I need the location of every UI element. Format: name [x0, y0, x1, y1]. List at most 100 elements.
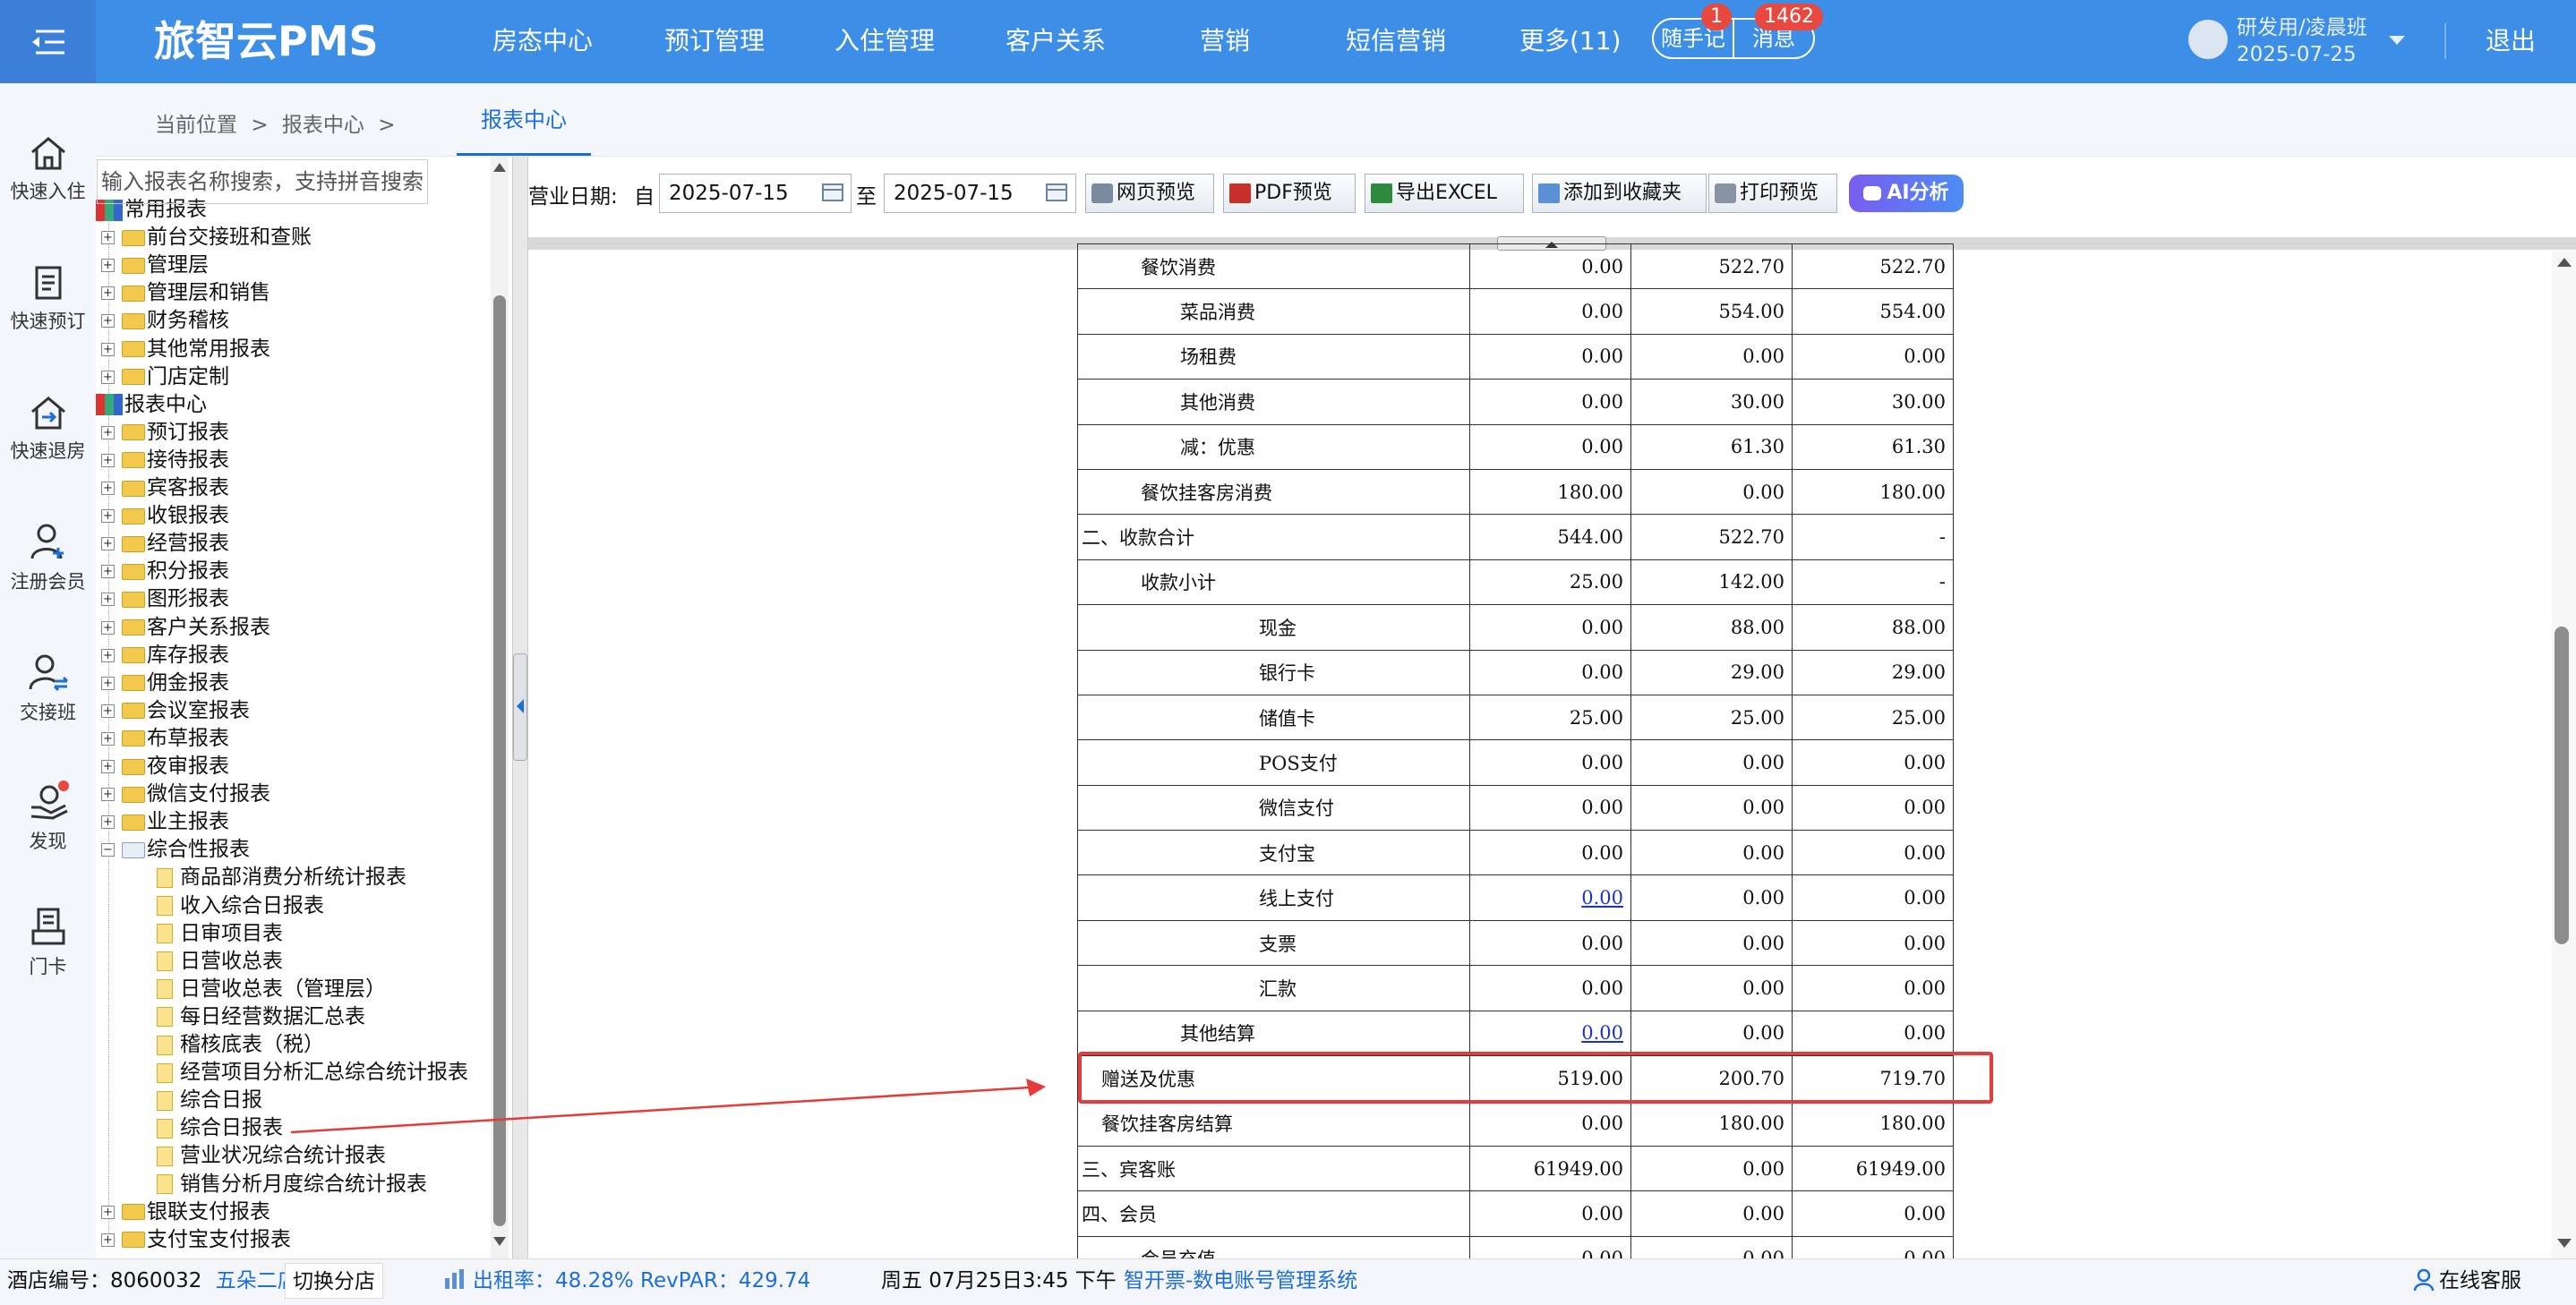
tree-folder[interactable]: + 客户关系报表: [101, 614, 270, 642]
register-member-item[interactable]: 注册会员: [0, 521, 96, 628]
expand-icon[interactable]: +: [101, 231, 115, 245]
expand-icon[interactable]: +: [101, 370, 115, 384]
tree-folder[interactable]: + 佣金报表: [101, 670, 229, 697]
tree-folder[interactable]: + 收银报表: [101, 502, 229, 530]
tree-folder[interactable]: + 业主报表: [101, 808, 229, 836]
tree-report-item[interactable]: 综合日报: [157, 1087, 262, 1114]
expand-icon[interactable]: +: [101, 453, 115, 467]
tree-folder[interactable]: + 夜审报表: [101, 753, 229, 780]
tree-folder[interactable]: + 宾客报表: [101, 474, 229, 502]
tree-report-item[interactable]: 营业状况综合统计报表: [157, 1142, 386, 1170]
expand-icon[interactable]: +: [101, 704, 115, 718]
quick-booking-item[interactable]: 快速预订: [0, 264, 96, 371]
calendar-icon[interactable]: [821, 181, 844, 202]
expand-icon[interactable]: +: [101, 593, 115, 607]
nav-more[interactable]: 更多(11): [1519, 23, 1621, 59]
tree-folder[interactable]: + 会议室报表: [101, 697, 250, 725]
tree-report-item[interactable]: 日营收总表: [157, 948, 283, 976]
tree-report-item[interactable]: 销售分析月度综合统计报表: [157, 1171, 427, 1198]
tree-folder[interactable]: + 预订报表: [101, 419, 229, 447]
web-preview-button[interactable]: 网页预览: [1085, 174, 1214, 213]
tree-folder[interactable]: + 微信支付报表: [101, 780, 270, 808]
expand-icon[interactable]: +: [101, 760, 115, 773]
collapse-icon[interactable]: −: [101, 843, 115, 857]
tree-folder[interactable]: + 财务稽核: [101, 307, 229, 335]
report-cell-link[interactable]: 0.00: [1581, 887, 1623, 908]
tree-report-item[interactable]: 综合日报表: [157, 1114, 283, 1142]
tree-folder[interactable]: + 积分报表: [101, 558, 229, 585]
tree-folder[interactable]: + 布草报表: [101, 725, 229, 753]
expand-icon[interactable]: +: [101, 565, 115, 579]
tree-folder[interactable]: + 门店定制: [101, 363, 229, 391]
discover-item[interactable]: 发现: [0, 780, 96, 888]
expand-icon[interactable]: +: [101, 314, 115, 328]
tree-report-item[interactable]: 商品部消费分析统计报表: [157, 864, 407, 891]
report-scrollbar-thumb[interactable]: [2555, 627, 2569, 944]
expand-icon[interactable]: +: [101, 815, 115, 830]
avatar[interactable]: [2188, 20, 2228, 59]
quick-checkin-item[interactable]: 快速入住: [0, 134, 96, 242]
tree-root-center[interactable]: 报表中心: [96, 391, 207, 419]
tab-report-center[interactable]: 报表中心: [457, 93, 591, 156]
tree-report-item[interactable]: 日审项目表: [157, 920, 283, 948]
tree-folder[interactable]: + 支付宝支付报表: [101, 1226, 291, 1254]
tree-folder[interactable]: + 经营报表: [101, 530, 229, 558]
expand-icon[interactable]: +: [101, 731, 115, 746]
splitter-handle[interactable]: [513, 653, 527, 761]
shift-handover-item[interactable]: 交接班: [0, 652, 96, 759]
scroll-up-icon[interactable]: [2555, 256, 2573, 269]
nav-marketing[interactable]: 营销: [1200, 23, 1250, 59]
report-search-input[interactable]: 输入报表名称搜索，支持拼音搜索: [97, 159, 428, 204]
expand-icon[interactable]: +: [101, 425, 115, 439]
tree-folder[interactable]: + 管理层和销售: [101, 279, 270, 307]
quick-checkout-item[interactable]: 快速退房: [0, 394, 96, 501]
online-service-button[interactable]: 在线客服: [2439, 1258, 2521, 1303]
nav-sms[interactable]: 短信营销: [1346, 23, 1446, 59]
tree-report-item[interactable]: 日营收总表（管理层）: [157, 976, 386, 1003]
tree-folder[interactable]: + 其他常用报表: [101, 336, 270, 363]
scroll-up-icon[interactable]: [492, 161, 508, 174]
expand-icon[interactable]: +: [101, 648, 115, 662]
export-excel-button[interactable]: 导出EXCEL: [1365, 174, 1524, 213]
nav-crm[interactable]: 客户关系: [1006, 23, 1106, 59]
pdf-preview-button[interactable]: PDF预览: [1223, 174, 1356, 213]
tree-folder[interactable]: + 接待报表: [101, 447, 229, 474]
expand-icon[interactable]: +: [101, 509, 115, 524]
expand-icon[interactable]: +: [101, 342, 115, 356]
tree-report-item[interactable]: 每日经营数据汇总表: [157, 1003, 365, 1031]
expand-icon[interactable]: +: [101, 676, 115, 690]
print-preview-button[interactable]: 打印预览: [1708, 174, 1837, 213]
tree-folder[interactable]: + 管理层: [101, 252, 209, 279]
invoice-system-link[interactable]: 智开票-数电账号管理系统: [1124, 1258, 1357, 1303]
report-cell-link[interactable]: 0.00: [1581, 1022, 1623, 1044]
nav-checkin[interactable]: 入住管理: [834, 23, 935, 59]
scroll-down-icon[interactable]: [492, 1235, 508, 1248]
nav-room-status[interactable]: 房态中心: [492, 23, 593, 59]
chevron-down-icon[interactable]: [2387, 34, 2407, 47]
expand-icon[interactable]: +: [101, 788, 115, 802]
room-card-item[interactable]: 门卡: [0, 906, 96, 1013]
calendar-icon[interactable]: [1045, 181, 1068, 202]
add-favorite-button[interactable]: 添加到收藏夹: [1532, 174, 1707, 213]
expand-icon[interactable]: +: [101, 1232, 115, 1247]
switch-store-button[interactable]: 切换分店: [285, 1263, 383, 1299]
scroll-down-icon[interactable]: [2555, 1237, 2573, 1250]
tree-folder[interactable]: + 库存报表: [101, 642, 229, 670]
ai-analysis-button[interactable]: AI分析: [1849, 175, 1964, 212]
expand-icon[interactable]: +: [101, 537, 115, 551]
expand-icon[interactable]: +: [101, 259, 115, 273]
tree-folder-open[interactable]: − 综合性报表: [101, 836, 250, 864]
expand-icon[interactable]: +: [101, 482, 115, 495]
menu-toggle-button[interactable]: [0, 0, 96, 83]
expand-icon[interactable]: +: [101, 620, 115, 635]
breadcrumb-item[interactable]: 报表中心: [282, 114, 364, 137]
tree-report-item[interactable]: 稽核底表（税）: [157, 1031, 324, 1059]
tree-folder[interactable]: + 图形报表: [101, 585, 229, 613]
tree-report-item[interactable]: 收入综合日报表: [157, 892, 324, 920]
tree-folder[interactable]: + 银联支付报表: [101, 1198, 270, 1226]
expand-icon[interactable]: +: [101, 1205, 115, 1219]
logout-button[interactable]: 退出: [2486, 23, 2536, 59]
expand-icon[interactable]: +: [101, 286, 115, 301]
tree-folder[interactable]: + 前台交接班和查账: [101, 224, 312, 252]
user-info[interactable]: 研发用/凌晨班 2025-07-25: [2237, 14, 2367, 68]
